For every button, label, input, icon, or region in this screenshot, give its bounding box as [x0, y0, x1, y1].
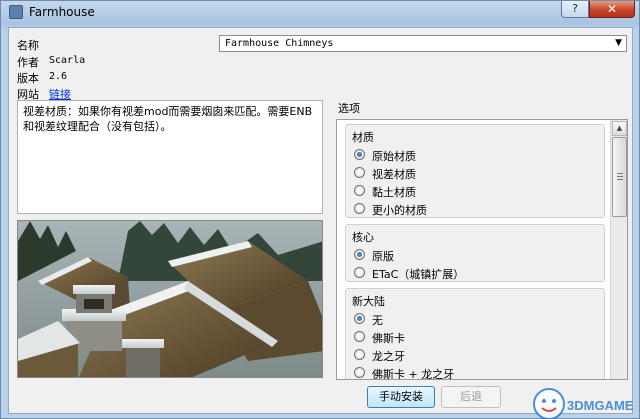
radio-button[interactable] [354, 167, 365, 178]
radio-button[interactable] [354, 249, 365, 260]
radio-button[interactable] [354, 203, 365, 214]
radio-label: 龙之牙 [372, 350, 405, 363]
back-button[interactable]: 后退 [441, 386, 501, 408]
title-bar[interactable]: Farmhouse ? ✕ [1, 1, 639, 23]
group-title: 核心 [352, 231, 374, 244]
option-group-new-lands: 新大陆 无 佛斯卡 龙之牙 佛斯卡 + 龙之牙 [345, 288, 605, 380]
author-label: 作者 [17, 56, 39, 69]
manual-install-button[interactable]: 手动安装 [367, 386, 435, 408]
watermark-text: 3DMGAME [567, 398, 634, 413]
close-button[interactable]: ✕ [589, 1, 635, 18]
radio-label: 更小的材质 [372, 204, 427, 217]
group-title: 材质 [352, 131, 374, 144]
radio-label: 视差材质 [372, 168, 416, 181]
help-button[interactable]: ? [561, 1, 589, 18]
radio-label: 原始材质 [372, 150, 416, 163]
dialog-body: 名称 作者 Scarla 版本 2.6 网站 链接 Farmhouse Chim… [8, 27, 634, 419]
group-title: 新大陆 [352, 295, 385, 308]
author-value: Scarla [49, 55, 86, 66]
options-title: 选项 [338, 102, 360, 115]
radio-label: 佛斯卡 [372, 332, 405, 345]
scrollbar-thumb[interactable] [612, 137, 627, 217]
plugin-select-value: Farmhouse Chimneys [225, 38, 334, 49]
radio-label: ETaC（城镇扩展） [372, 268, 465, 281]
radio-label: 原版 [372, 250, 394, 263]
options-panel: 材质 原始材质 视差材质 黏土材质 更小的材质 核心 原版 ETaC（城镇扩展）… [336, 119, 628, 380]
radio-button[interactable] [354, 267, 365, 278]
radio-button[interactable] [354, 313, 365, 324]
name-label: 名称 [17, 39, 39, 52]
version-label: 版本 [17, 72, 39, 85]
watermark-logo: 3DMGAME [529, 384, 639, 419]
chevron-down-icon[interactable]: ▼ [615, 38, 622, 48]
plugin-select[interactable]: Farmhouse Chimneys ▼ [219, 35, 627, 52]
description-box: 视差材质：如果你有视差mod而需要烟囱来匹配。需要ENB和视差纹理配合（没有包括… [17, 100, 323, 214]
options-scrollbar[interactable]: ▲ [610, 120, 627, 379]
radio-button[interactable] [354, 331, 365, 342]
option-group-core: 核心 原版 ETaC（城镇扩展） [345, 224, 605, 282]
window-title: Farmhouse [29, 5, 95, 19]
radio-button[interactable] [354, 185, 365, 196]
radio-label: 黏土材质 [372, 186, 416, 199]
option-group-material: 材质 原始材质 视差材质 黏土材质 更小的材质 [345, 124, 605, 218]
radio-button[interactable] [354, 149, 365, 160]
radio-button[interactable] [354, 367, 365, 378]
app-icon [9, 5, 23, 19]
radio-button[interactable] [354, 349, 365, 360]
installer-window: Farmhouse ? ✕ 名称 作者 Scarla 版本 2.6 网站 链接 … [0, 0, 640, 419]
radio-label: 佛斯卡 + 龙之牙 [372, 368, 455, 380]
radio-label: 无 [372, 314, 383, 327]
version-value: 2.6 [49, 71, 68, 82]
scroll-up-icon[interactable]: ▲ [612, 121, 627, 136]
preview-image [17, 220, 323, 378]
